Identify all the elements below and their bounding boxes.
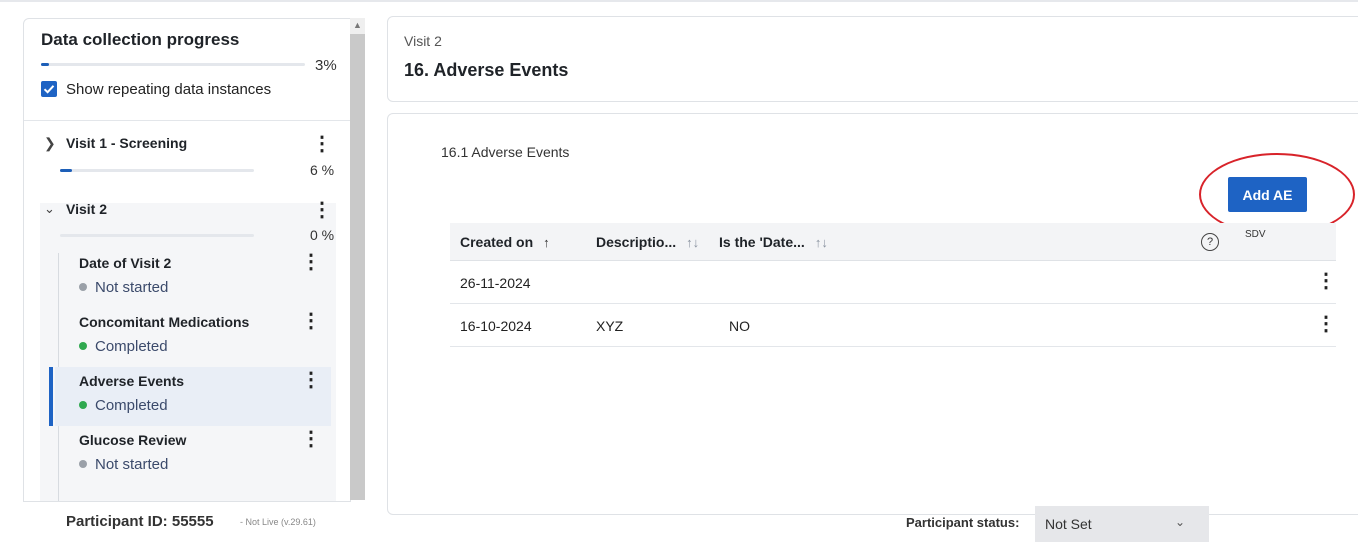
visit-2-menu-icon[interactable]: ⋮	[312, 200, 332, 220]
form-item-status: Completed	[79, 397, 168, 414]
cell-date: NO	[729, 318, 750, 334]
visit-1-row[interactable]: ❯ Visit 1 - Screening ⋮ 6 %	[44, 134, 344, 185]
arrow-up-icon: ▲	[353, 20, 362, 30]
sidebar-title: Data collection progress	[41, 30, 240, 49]
cell-created-on: 16-10-2024	[460, 318, 532, 334]
sort-icon[interactable]: ↑↓	[686, 235, 699, 250]
form-item-menu-icon[interactable]: ⋮	[301, 311, 321, 331]
form-content: 16.1 Adverse Events Add AE Created on ↑ D…	[387, 113, 1358, 515]
table-row[interactable]: 26-11-2024 ⋮	[450, 261, 1336, 304]
form-header: Visit 2 16. Adverse Events	[387, 16, 1358, 102]
progress-sidebar: Data collection progress 3% Show repeati…	[23, 18, 351, 502]
form-item-status: Not started	[79, 456, 168, 473]
participant-status-label: Participant status:	[906, 515, 1020, 530]
scroll-up-button[interactable]: ▲	[350, 18, 365, 34]
cell-description: XYZ	[596, 318, 624, 334]
form-item-title[interactable]: Glucose Review	[79, 432, 186, 448]
visit-1-progress-bar	[60, 169, 254, 172]
active-indicator	[49, 367, 53, 426]
visit-1-menu-icon[interactable]: ⋮	[312, 134, 332, 154]
sort-icon[interactable]: ↑↓	[815, 235, 828, 250]
overall-progress-bar	[41, 63, 305, 66]
form-item-menu-icon[interactable]: ⋮	[301, 429, 321, 449]
overall-progress-fill	[41, 63, 49, 66]
chevron-down-icon[interactable]: ⌄	[1175, 515, 1185, 529]
sort-asc-icon[interactable]: ↑	[543, 235, 550, 250]
help-icon[interactable]: ?	[1201, 233, 1219, 251]
visit-subtitle: Visit 2	[404, 33, 442, 49]
table-row[interactable]: 16-10-2024 XYZ NO ⋮	[450, 304, 1336, 347]
row-menu-icon[interactable]: ⋮	[1316, 271, 1336, 291]
section-label: 16.1 Adverse Events	[441, 144, 570, 160]
form-item-title[interactable]: Adverse Events	[79, 373, 184, 389]
form-item-menu-icon[interactable]: ⋮	[301, 370, 321, 390]
form-item-status: Completed	[79, 338, 168, 355]
chevron-right-icon[interactable]: ❯	[44, 135, 56, 152]
status-dot-icon	[79, 342, 87, 351]
form-item-date-of-visit[interactable]: Date of Visit 2 ⋮ Not started	[55, 249, 331, 308]
checkmark-icon	[43, 85, 55, 94]
visit-2-label[interactable]: Visit 2	[66, 201, 107, 217]
cell-created-on: 26-11-2024	[460, 275, 531, 291]
status-dot-icon	[79, 401, 87, 410]
sidebar-scrollbar[interactable]: ▲	[350, 18, 365, 500]
page-title: 16. Adverse Events	[404, 60, 569, 80]
sidebar-divider	[24, 120, 350, 121]
version-label: - Not Live (v.29.61)	[240, 517, 316, 527]
visit-2-progress-bar	[60, 234, 254, 237]
form-item-status: Not started	[79, 279, 168, 296]
participant-id: Participant ID: 55555	[66, 513, 214, 530]
form-item-concomitant-medications[interactable]: Concomitant Medications ⋮ Completed	[55, 308, 331, 367]
column-header-date[interactable]: Is the 'Date... ↑↓	[719, 234, 828, 250]
table-header: Created on ↑ Descriptio... ↑↓ Is the 'Date…	[450, 223, 1336, 261]
row-menu-icon[interactable]: ⋮	[1316, 314, 1336, 334]
add-ae-button[interactable]: Add AE	[1228, 177, 1307, 212]
visit-2-percent: 0 %	[310, 227, 335, 243]
visit-1-label[interactable]: Visit 1 - Screening	[66, 135, 187, 151]
visit-1-progress-fill	[60, 169, 72, 172]
sdv-icon[interactable]: SDV	[1245, 229, 1266, 240]
status-dot-icon	[79, 460, 87, 469]
visit-2-row[interactable]: ⌄ Visit 2 ⋮ 0 %	[44, 200, 344, 251]
column-header-created-on[interactable]: Created on ↑	[460, 234, 550, 250]
form-item-title[interactable]: Concomitant Medications	[79, 314, 249, 330]
form-item-menu-icon[interactable]: ⋮	[301, 252, 321, 272]
column-header-description[interactable]: Descriptio... ↑↓	[596, 234, 699, 250]
chevron-down-icon[interactable]: ⌄	[44, 201, 55, 217]
show-repeating-checkbox[interactable]	[41, 81, 57, 97]
top-divider	[0, 0, 1358, 2]
form-item-title[interactable]: Date of Visit 2	[79, 255, 171, 271]
overall-progress-percent: 3%	[315, 57, 337, 74]
participant-status-value[interactable]: Not Set	[1045, 516, 1092, 532]
status-dot-icon	[79, 283, 87, 292]
form-item-glucose-review[interactable]: Glucose Review ⋮ Not started	[55, 426, 331, 485]
visit-1-percent: 6 %	[310, 162, 335, 178]
adverse-events-table: Created on ↑ Descriptio... ↑↓ Is the 'Date…	[450, 223, 1336, 347]
show-repeating-label[interactable]: Show repeating data instances	[66, 81, 271, 98]
participant-status-select[interactable]: Not Set ⌄	[1035, 506, 1209, 542]
form-item-adverse-events[interactable]: Adverse Events ⋮ Completed	[49, 367, 331, 426]
